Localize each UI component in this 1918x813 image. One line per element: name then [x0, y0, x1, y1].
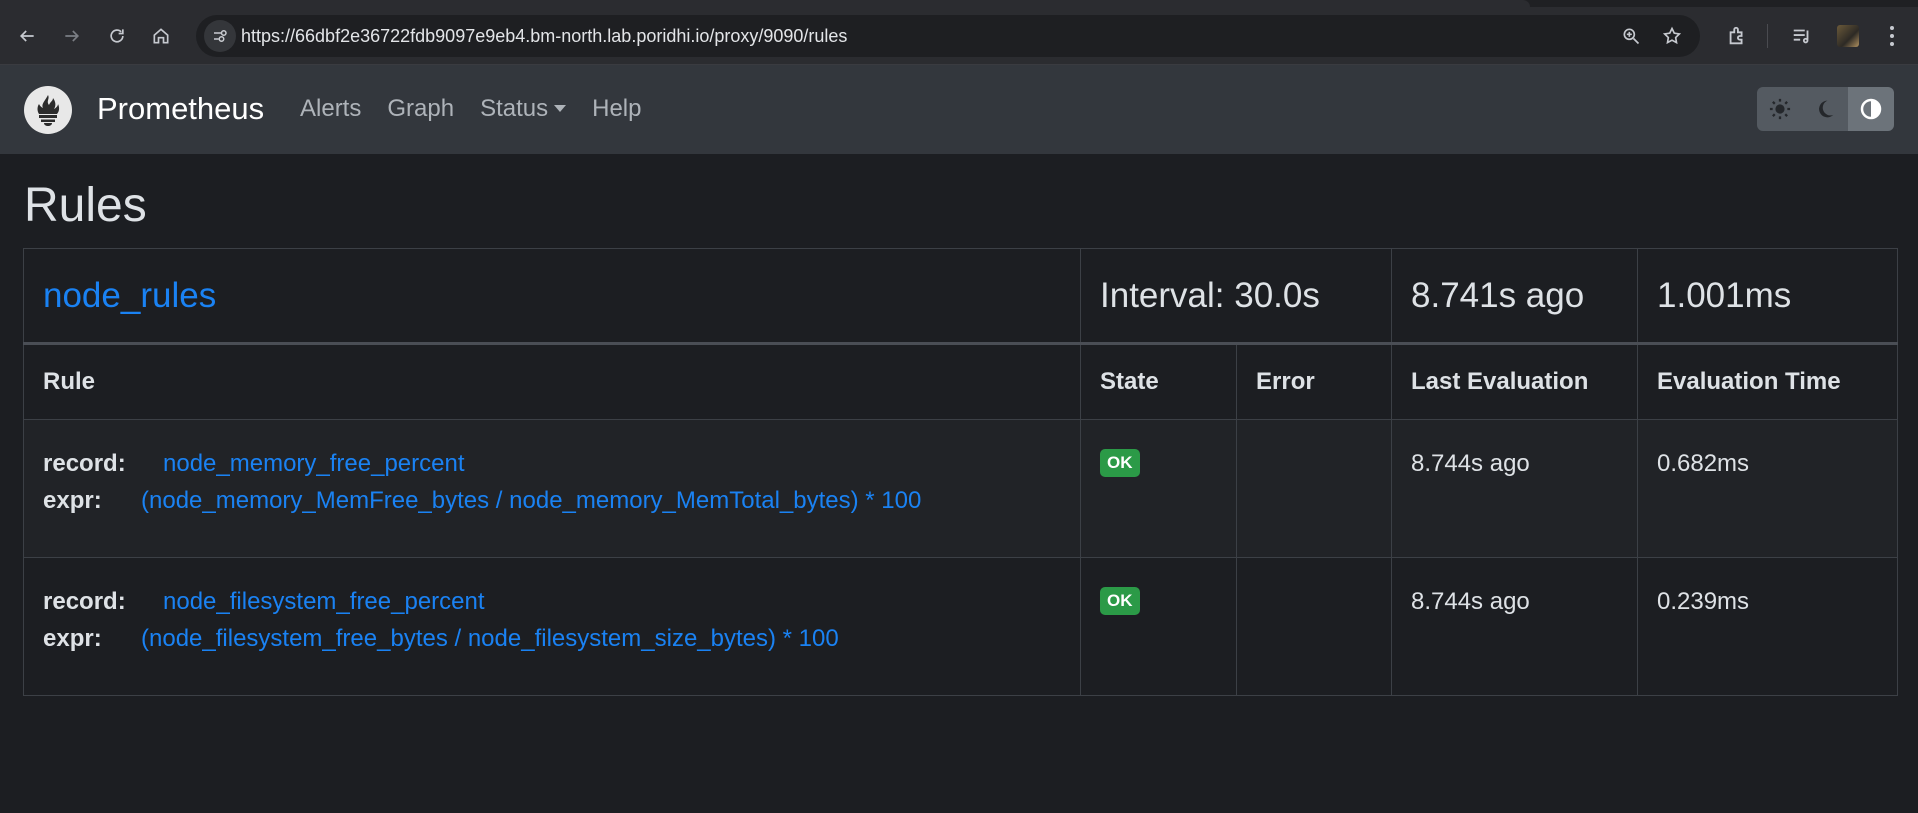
extensions-icon[interactable] [1719, 18, 1755, 54]
group-name-cell: node_rules [23, 248, 1081, 344]
last-eval-cell: 8.744s ago [1391, 419, 1638, 558]
eval-time-cell: 0.239ms [1637, 557, 1898, 696]
nav-status-label: Status [480, 95, 549, 122]
eval-time-value: 0.682ms [1657, 450, 1750, 477]
state-cell: OK [1080, 557, 1237, 696]
col-error: Error [1236, 342, 1392, 420]
media-icon[interactable] [1784, 18, 1820, 54]
record-name-link[interactable]: node_memory_free_percent [163, 445, 465, 482]
rule-record-line: record: node_filesystem_free_percent [43, 583, 1061, 620]
menu-dots-icon[interactable] [1874, 18, 1910, 54]
eval-time-cell: 0.682ms [1637, 419, 1898, 558]
rule-cell: record: node_filesystem_free_percent exp… [23, 557, 1081, 696]
prometheus-navbar: Prometheus Alerts Graph Status Help [0, 65, 1918, 154]
home-icon[interactable] [143, 18, 179, 54]
back-icon[interactable] [9, 18, 45, 54]
table-row: record: node_memory_free_percent expr: (… [23, 419, 1898, 558]
last-eval-cell: 8.744s ago [1391, 557, 1638, 696]
table-header-row: Rule State Error Last Evaluation Evaluat… [23, 342, 1898, 420]
browser-toolbar: https://66dbf2e36722fdb9097e9eb4.bm-nort… [0, 0, 1918, 65]
site-info-icon[interactable] [204, 20, 236, 52]
nav-graph[interactable]: Graph [387, 95, 454, 123]
col-state: State [1080, 342, 1237, 420]
rule-cell: record: node_memory_free_percent expr: (… [23, 419, 1081, 558]
col-last-evaluation: Last Evaluation [1391, 342, 1638, 420]
contrast-icon [1860, 98, 1882, 120]
nav-links: Alerts Graph Status Help [300, 95, 667, 123]
col-rule: Rule [23, 342, 1081, 420]
record-label: record: [43, 588, 126, 615]
prometheus-logo-icon[interactable] [24, 86, 72, 134]
rule-record-line: record: node_memory_free_percent [43, 445, 1061, 482]
eval-time-value: 0.239ms [1657, 588, 1750, 615]
tab-strip [0, 0, 1918, 7]
active-tab-edge [0, 0, 1530, 7]
rule-expr-line: expr: (node_memory_MemFree_bytes / node_… [43, 482, 1061, 519]
state-badge: OK [1100, 587, 1140, 615]
rules-table: node_rules Interval: 30.0s 8.741s ago 1.… [23, 248, 1898, 696]
rule-expr-line: expr: (node_filesystem_free_bytes / node… [43, 620, 1061, 657]
expr-link[interactable]: (node_filesystem_free_bytes / node_files… [141, 620, 839, 657]
forward-icon[interactable] [54, 18, 90, 54]
expr-link[interactable]: (node_memory_MemFree_bytes / node_memory… [141, 482, 921, 519]
error-cell [1236, 557, 1392, 696]
last-eval-value: 8.744s ago [1411, 588, 1530, 615]
record-name-link[interactable]: node_filesystem_free_percent [163, 583, 485, 620]
table-row: record: node_filesystem_free_percent exp… [23, 557, 1898, 696]
group-last-eval: 8.741s ago [1391, 248, 1638, 344]
last-eval-value: 8.744s ago [1411, 450, 1530, 477]
bookmark-star-icon[interactable] [1660, 24, 1684, 48]
toolbar-divider [1767, 24, 1768, 48]
nav-alerts[interactable]: Alerts [300, 95, 361, 123]
address-bar[interactable]: https://66dbf2e36722fdb9097e9eb4.bm-nort… [196, 15, 1700, 57]
group-eval-time: 1.001ms [1637, 248, 1898, 344]
dark-theme-button[interactable] [1802, 87, 1849, 131]
nav-status-dropdown[interactable]: Status [480, 95, 567, 123]
profile-avatar[interactable] [1830, 18, 1866, 54]
auto-theme-button[interactable] [1848, 87, 1894, 131]
state-badge: OK [1100, 449, 1140, 477]
group-interval: Interval: 30.0s [1080, 248, 1392, 344]
group-name-link[interactable]: node_rules [43, 276, 216, 315]
light-theme-button[interactable] [1757, 87, 1803, 131]
reload-icon[interactable] [99, 18, 135, 54]
rule-group-header: node_rules Interval: 30.0s 8.741s ago 1.… [23, 248, 1898, 344]
expr-label: expr: [43, 487, 102, 514]
theme-toggle-group [1757, 87, 1894, 131]
avatar-image [1837, 25, 1859, 47]
expr-label: expr: [43, 625, 102, 652]
zoom-icon[interactable] [1619, 24, 1643, 48]
brand-name[interactable]: Prometheus [97, 91, 264, 127]
record-label: record: [43, 450, 126, 477]
page-title: Rules [24, 179, 147, 232]
moon-icon [1819, 100, 1834, 118]
sun-icon [1769, 98, 1790, 120]
nav-help[interactable]: Help [592, 95, 641, 123]
error-cell [1236, 419, 1392, 558]
caret-down-icon [554, 104, 567, 112]
state-cell: OK [1080, 419, 1237, 558]
col-evaluation-time: Evaluation Time [1637, 342, 1898, 420]
url-text: https://66dbf2e36722fdb9097e9eb4.bm-nort… [241, 26, 848, 46]
